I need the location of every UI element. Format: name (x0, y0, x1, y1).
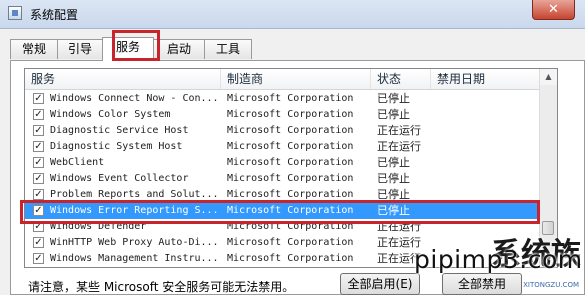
table-row[interactable]: ✓ Windows Event Collector Microsoft Corpor… (25, 171, 539, 187)
service-name: WinHTTP Web Proxy Auto-Di... (50, 237, 219, 248)
service-status: 已停止 (377, 172, 410, 185)
tab-boot[interactable]: 引导 (57, 39, 103, 59)
service-checkbox[interactable]: ✓ (33, 125, 44, 136)
table-row[interactable]: ✓ Diagnostic System Host Microsoft Corpora… (25, 139, 539, 155)
column-header-disabled-date[interactable]: 禁用日期 (431, 69, 541, 89)
column-header-service[interactable]: 服务 (25, 69, 221, 89)
service-name: Windows Connect Now - Con... (50, 93, 219, 104)
table-row[interactable]: ✓ WebClient Microsoft Corporation 已停止 (25, 155, 539, 171)
service-name: Diagnostic Service Host (50, 125, 189, 136)
service-status: 已停止 (377, 156, 410, 169)
tab-tools[interactable]: 工具 (204, 39, 252, 59)
service-name: Windows Event Collector (50, 173, 189, 184)
close-button[interactable]: ✕ (532, 0, 575, 20)
service-checkbox[interactable]: ✓ (33, 237, 44, 248)
app-icon (8, 6, 22, 20)
tab-startup[interactable]: 启动 (153, 39, 205, 59)
service-manufacturer: Microsoft Corporation (227, 125, 354, 136)
service-status: 已停止 (377, 92, 410, 105)
service-manufacturer: Microsoft Corporation (227, 173, 354, 184)
watermark-url: XITONGZU.COM (523, 281, 579, 289)
column-header-manufacturer[interactable]: 制造商 (221, 69, 371, 89)
service-manufacturer: Microsoft Corporation (227, 141, 354, 152)
service-checkbox[interactable]: ✓ (33, 93, 44, 104)
service-checkbox[interactable]: ✓ (33, 189, 44, 200)
window-title: 系统配置 (30, 8, 79, 22)
row-highlight-box (20, 200, 540, 224)
service-manufacturer: Microsoft Corporation (227, 157, 354, 168)
column-header-status[interactable]: 状态 (371, 69, 431, 89)
service-checkbox[interactable]: ✓ (33, 141, 44, 152)
service-name: Diagnostic System Host (50, 141, 183, 152)
tab-highlight-box (112, 30, 160, 61)
site-watermark: 系统族 pipimp3.com XITONGZU.COM (410, 237, 585, 295)
watermark-text: pipimp3.com (414, 245, 583, 274)
system-config-window: 系统配置 ✕ 常规 引导 服务 启动 工具 服务 制造商 状态 禁用日期 ✓ Wi… (0, 0, 585, 295)
service-status: 正在运行 (377, 140, 421, 153)
table-row[interactable]: ✓ Diagnostic Service Host Microsoft Corpor… (25, 123, 539, 139)
service-status: 正在运行 (377, 124, 421, 137)
table-row[interactable]: ✓ Windows Color System Microsoft Corporati… (25, 107, 539, 123)
service-manufacturer: Microsoft Corporation (227, 253, 354, 264)
scroll-up-icon[interactable]: ▲ (540, 69, 557, 85)
title-bar: 系统配置 ✕ (0, 0, 585, 29)
service-name: Windows Color System (50, 109, 171, 120)
service-checkbox[interactable]: ✓ (33, 173, 44, 184)
list-header: 服务 制造商 状态 禁用日期 (25, 69, 557, 90)
tab-general[interactable]: 常规 (10, 39, 58, 59)
service-name: WebClient (50, 157, 105, 168)
service-manufacturer: Microsoft Corporation (227, 237, 354, 248)
service-status: 已停止 (377, 108, 410, 121)
service-checkbox[interactable]: ✓ (33, 157, 44, 168)
service-checkbox[interactable]: ✓ (33, 253, 44, 264)
service-checkbox[interactable]: ✓ (33, 109, 44, 120)
security-note: 请注意，某些 Microsoft 安全服务可能无法禁用。 (28, 280, 295, 294)
enable-all-button[interactable]: 全部启用(E) (340, 273, 420, 295)
service-manufacturer: Microsoft Corporation (227, 109, 354, 120)
service-manufacturer: Microsoft Corporation (227, 93, 354, 104)
service-name: Windows Management Instru... (50, 253, 219, 264)
table-row[interactable]: ✓ Windows Connect Now - Con... Microsoft C… (25, 91, 539, 107)
